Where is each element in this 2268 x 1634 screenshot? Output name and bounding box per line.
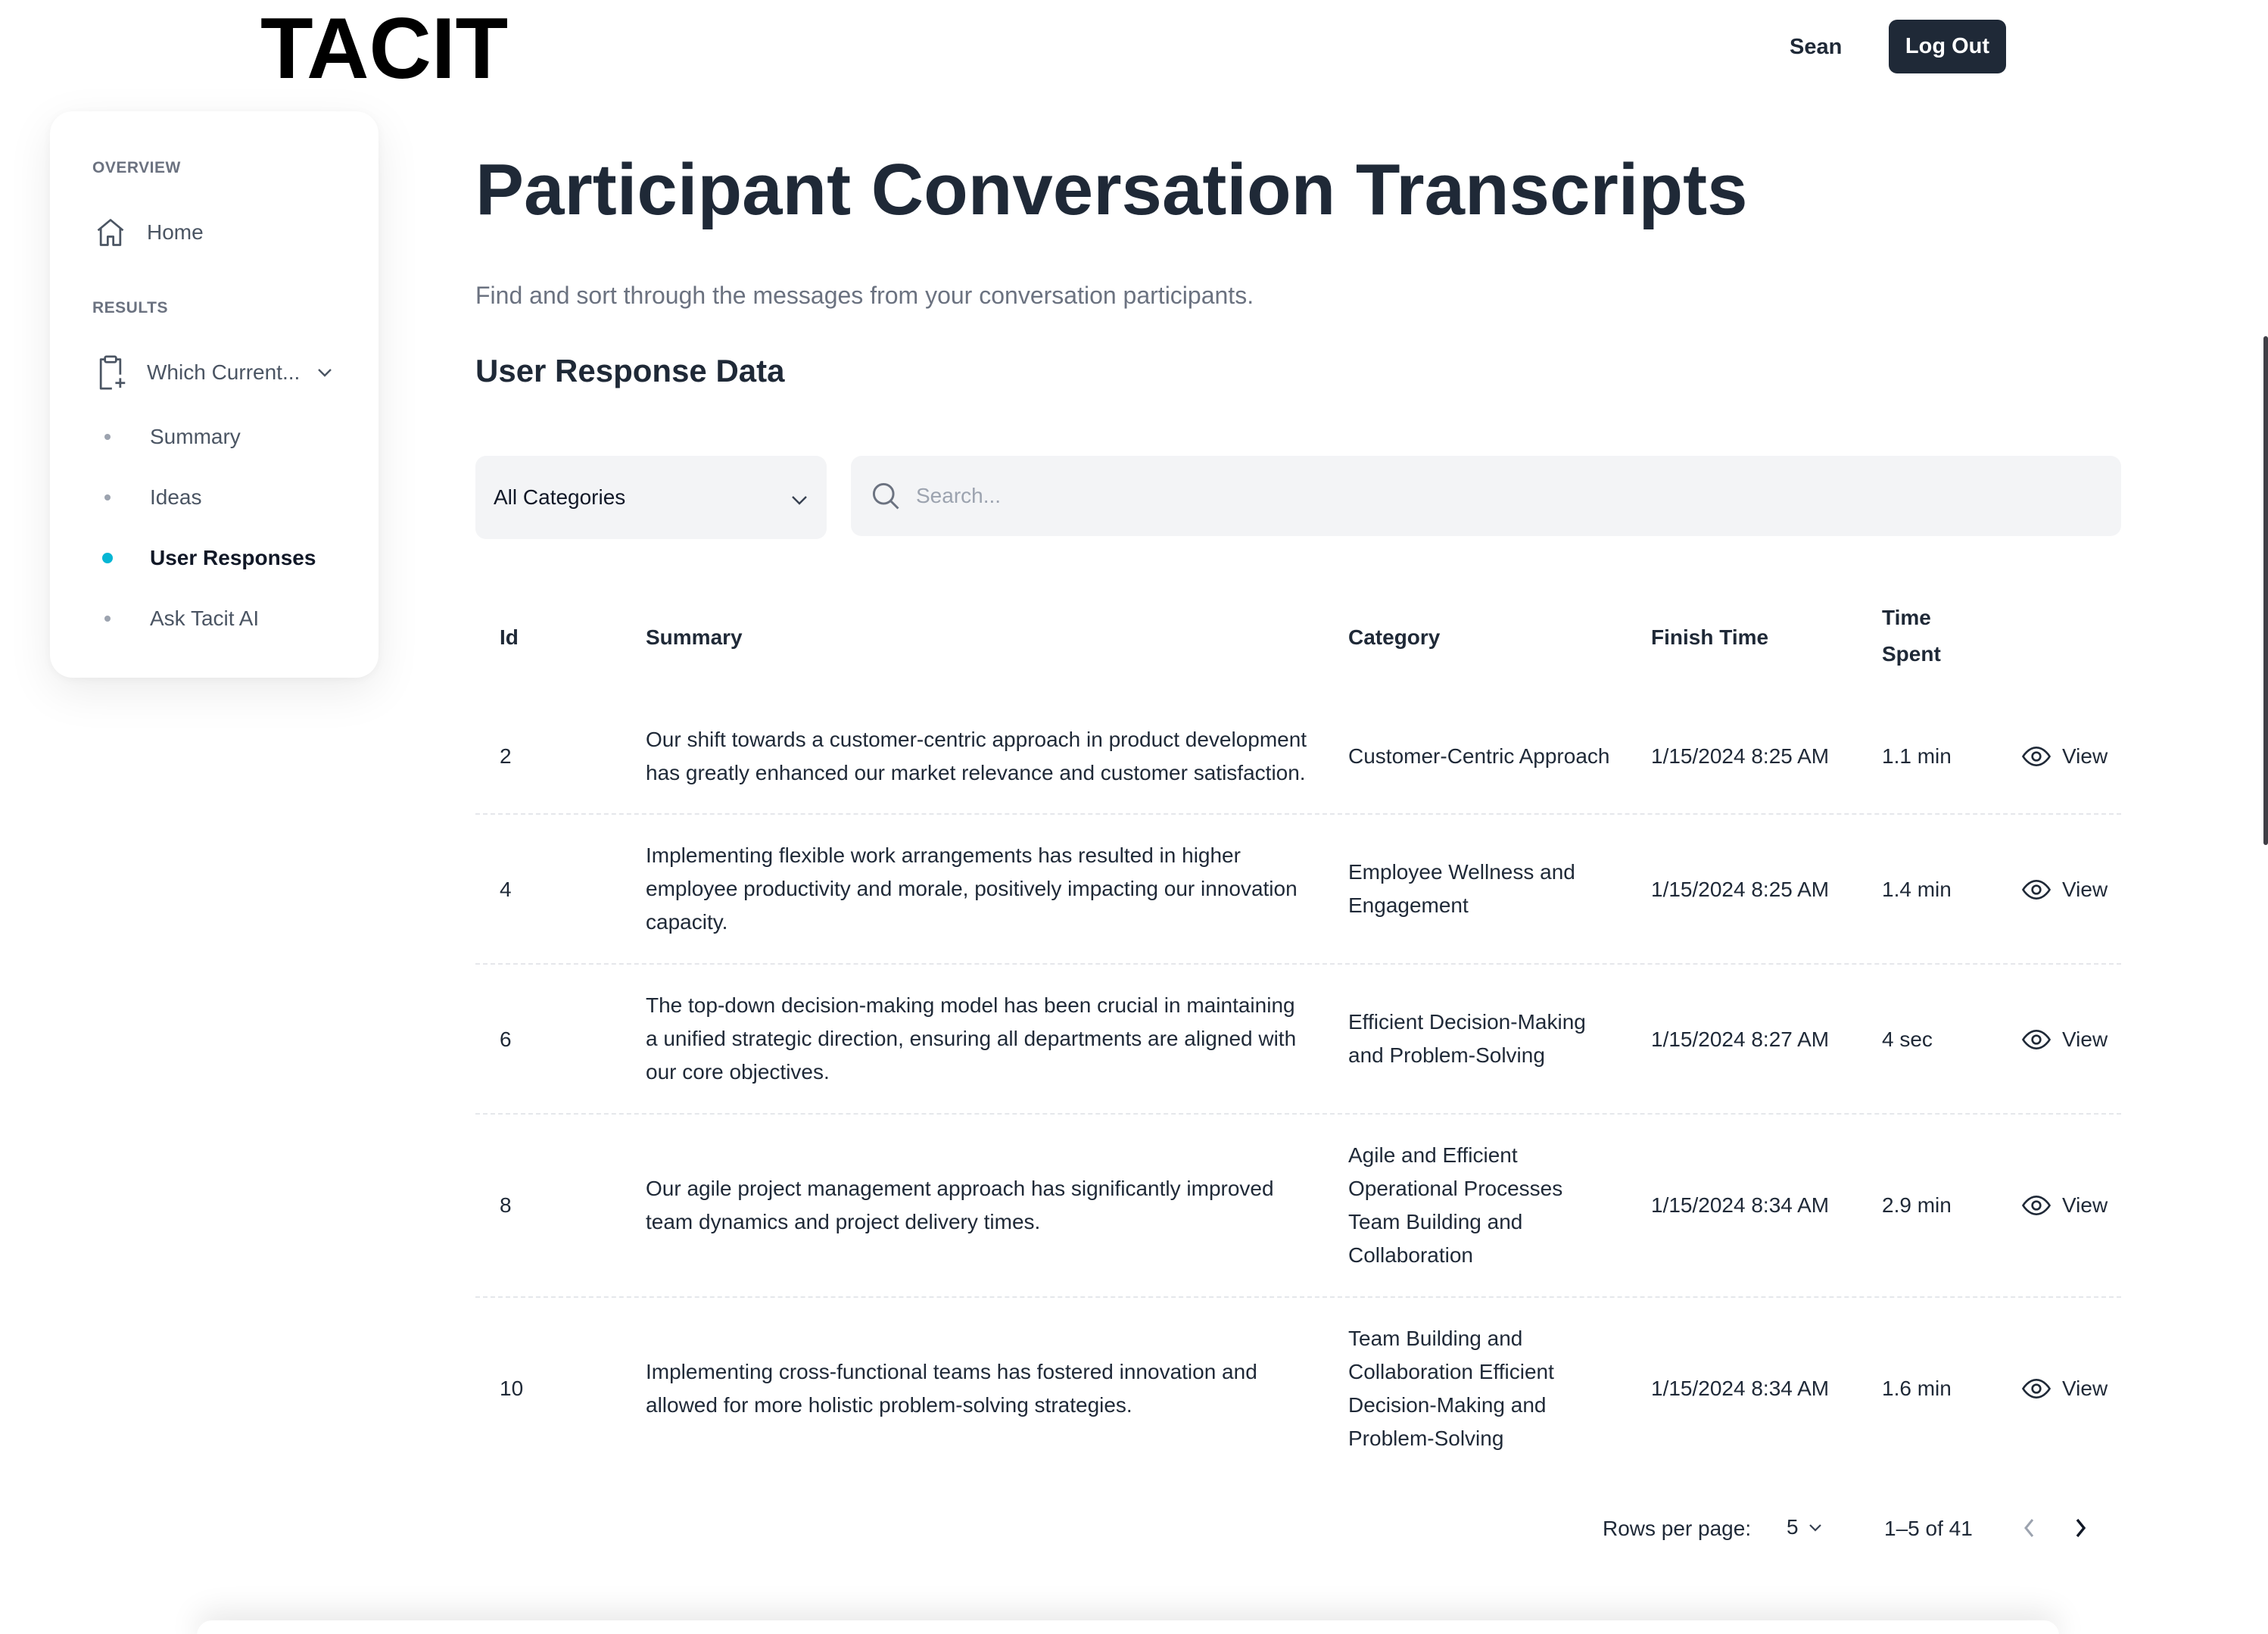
view-button[interactable]: View: [2021, 741, 2108, 772]
view-label: View: [2062, 1027, 2108, 1051]
rows-per-page-select[interactable]: 5: [1787, 1515, 1823, 1539]
row-divider: [475, 813, 2121, 815]
column-header-finish-time[interactable]: Finish Time: [1651, 619, 1768, 656]
sidebar-item-project[interactable]: Which Current...: [92, 354, 333, 391]
cell-id: 2: [500, 744, 512, 768]
column-header-label: Time: [1882, 606, 1931, 629]
eye-icon: [2021, 1195, 2051, 1216]
cell-time-spent: 1.4 min: [1882, 878, 1952, 901]
view-label: View: [2062, 1377, 2108, 1400]
eye-icon: [2021, 746, 2051, 767]
cell-category: Customer-Centric Approach: [1348, 744, 1610, 768]
cell-category: Agile and Efficient Operational Processe…: [1348, 1143, 1563, 1267]
chevron-down-icon: [790, 488, 808, 512]
cell-summary: Our shift towards a customer-centric app…: [646, 728, 1307, 784]
app-logo: TACIT: [260, 1, 509, 97]
sidebar-section-results: RESULTS: [92, 299, 168, 317]
bullet-dot-icon: [104, 494, 111, 500]
cell-finish-time: 1/15/2024 8:25 AM: [1651, 744, 1830, 768]
clipboard-add-icon: [92, 354, 129, 391]
cell-id: 6: [500, 1027, 512, 1051]
chevron-left-icon: [2024, 1519, 2034, 1537]
cell-summary: Implementing cross-functional teams has …: [646, 1360, 1257, 1417]
view-label: View: [2062, 1193, 2108, 1217]
view-button[interactable]: View: [2021, 875, 2108, 905]
category-filter-select[interactable]: All Categories: [475, 456, 827, 539]
cell-category: Efficient Decision-Making and Problem-So…: [1348, 1010, 1586, 1067]
cell-id: 10: [500, 1377, 524, 1400]
view-label: View: [2062, 878, 2108, 901]
sidebar-item-label: Home: [147, 220, 204, 244]
sidebar: OVERVIEW Home RESULTS Which Current... S…: [50, 111, 379, 678]
sidebar-subitem-user-responses[interactable]: User Responses: [102, 546, 316, 570]
column-header-id[interactable]: Id: [500, 619, 519, 656]
eye-icon: [2021, 879, 2051, 900]
cell-finish-time: 1/15/2024 8:34 AM: [1651, 1193, 1830, 1217]
view-button[interactable]: View: [2021, 1024, 2108, 1055]
page-subtitle: Find and sort through the messages from …: [475, 282, 1254, 309]
chevron-right-icon: [2076, 1518, 2086, 1538]
column-header-label: Spent: [1882, 642, 1941, 666]
column-header-time-spent[interactable]: Time Spent: [1882, 600, 1941, 672]
bullet-dot-icon: [104, 434, 111, 440]
cell-category: Employee Wellness and Engagement: [1348, 860, 1575, 917]
row-divider: [475, 1296, 2121, 1298]
sidebar-subitem-summary[interactable]: Summary: [104, 425, 241, 449]
home-icon: [92, 214, 129, 251]
chevron-down-icon: [1808, 1524, 1821, 1532]
cell-time-spent: 1.6 min: [1882, 1377, 1952, 1400]
category-filter-value: All Categories: [494, 485, 626, 509]
search-input[interactable]: [916, 484, 2051, 508]
sidebar-item-label: Which Current...: [147, 360, 301, 384]
cell-finish-time: 1/15/2024 8:34 AM: [1651, 1377, 1830, 1400]
sidebar-subitem-label: Ideas: [150, 485, 202, 509]
active-dot-icon: [102, 553, 113, 563]
previous-page-button[interactable]: [2011, 1510, 2048, 1546]
column-header-summary[interactable]: Summary: [646, 619, 743, 656]
eye-icon: [2021, 1029, 2051, 1050]
logout-button[interactable]: Log Out: [1889, 20, 2006, 73]
cell-id: 4: [500, 878, 512, 901]
view-button[interactable]: View: [2021, 1190, 2108, 1221]
view-label: View: [2062, 744, 2108, 768]
bullet-dot-icon: [104, 616, 111, 622]
sidebar-subitem-label: Ask Tacit AI: [150, 607, 260, 630]
rows-per-page-value: 5: [1787, 1515, 1799, 1539]
row-divider: [475, 1113, 2121, 1115]
cell-id: 8: [500, 1193, 512, 1217]
cell-time-spent: 1.1 min: [1882, 744, 1952, 768]
view-button[interactable]: View: [2021, 1374, 2108, 1404]
sidebar-subitem-ideas[interactable]: Ideas: [104, 485, 202, 510]
page-scrollbar[interactable]: [2263, 336, 2268, 845]
row-divider: [475, 963, 2121, 965]
cell-finish-time: 1/15/2024 8:25 AM: [1651, 878, 1830, 901]
cell-category: Team Building and Collaboration Efficien…: [1348, 1327, 1554, 1450]
sidebar-item-home[interactable]: Home: [92, 214, 204, 251]
column-header-category[interactable]: Category: [1348, 619, 1440, 656]
card-edge: [197, 1620, 2059, 1634]
pagination-range: 1–5 of 41: [1884, 1517, 1973, 1540]
cell-summary: Implementing flexible work arrangements …: [646, 844, 1298, 934]
chevron-down-icon: [316, 367, 333, 378]
section-title: User Response Data: [475, 353, 785, 388]
eye-icon: [2021, 1378, 2051, 1399]
next-page-button[interactable]: [2062, 1510, 2098, 1546]
sidebar-section-overview: OVERVIEW: [92, 159, 181, 176]
cell-summary: The top-down decision-making model has b…: [646, 993, 1297, 1084]
page-title: Participant Conversation Transcripts: [475, 149, 1748, 230]
cell-summary: Our agile project management approach ha…: [646, 1177, 1274, 1233]
search-icon: [869, 479, 902, 513]
sidebar-subitem-label: Summary: [150, 425, 241, 448]
cell-time-spent: 2.9 min: [1882, 1193, 1952, 1217]
sidebar-subitem-label: User Responses: [150, 546, 316, 569]
search-bar: [851, 456, 2121, 536]
user-name: Sean: [1790, 35, 1843, 59]
rows-per-page-label: Rows per page:: [1603, 1517, 1752, 1540]
cell-finish-time: 1/15/2024 8:27 AM: [1651, 1027, 1830, 1051]
sidebar-subitem-ask-tacit-ai[interactable]: Ask Tacit AI: [104, 607, 259, 631]
cell-time-spent: 4 sec: [1882, 1027, 1933, 1051]
